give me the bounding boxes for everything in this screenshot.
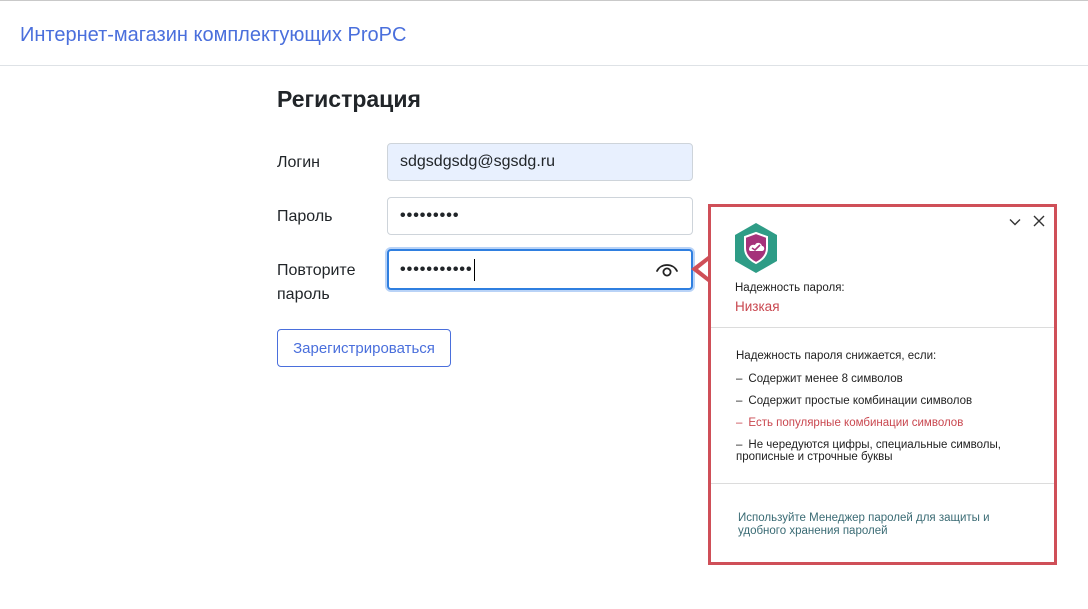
repeat-password-input[interactable]: ••••••••••• — [387, 249, 693, 290]
login-value: sdgsdgsdg@sgsdg.ru — [400, 153, 555, 170]
criteria-item: – Содержит менее 8 символов — [736, 373, 903, 385]
password-mask: ••••••••• — [400, 207, 460, 224]
text-cursor — [473, 258, 475, 281]
strength-criteria-list: – Содержит менее 8 символов – Содержит про… — [736, 373, 1036, 473]
chevron-down-icon[interactable] — [1008, 215, 1022, 229]
criteria-item: – Не чередуются цифры, специальные символ… — [736, 439, 1001, 463]
login-input[interactable]: sdgsdgsdg@sgsdg.ru — [387, 143, 693, 181]
login-label: Логин — [277, 154, 321, 171]
repeat-password-label: Повторите пароль — [277, 262, 356, 303]
close-icon[interactable] — [1032, 214, 1046, 228]
criteria-item: – Содержит простые комбинации символов — [736, 395, 973, 407]
strength-intro: Надежность пароля снижается, если: — [736, 350, 937, 362]
criteria-item-warning: – Есть популярные комбинации символов — [736, 417, 964, 429]
eye-icon[interactable] — [655, 260, 679, 280]
shield-icon — [735, 223, 777, 273]
navbar: Интернет-магазин комплектующих ProPC — [0, 4, 1088, 66]
repeat-password-mask: ••••••••••• — [400, 260, 473, 278]
password-input[interactable]: ••••••••• — [387, 197, 693, 235]
password-label: Пароль — [277, 208, 333, 225]
password-strength-popup: Надежность пароля: Низкая Надежность пар… — [708, 204, 1057, 565]
popup-divider — [711, 483, 1054, 484]
brand-link[interactable]: Интернет-магазин комплектующих ProPC — [20, 24, 406, 47]
password-manager-hint[interactable]: Используйте Менеджер паролей для защиты … — [738, 512, 1028, 538]
strength-value: Низкая — [735, 299, 780, 314]
page-title: Регистрация — [277, 86, 421, 112]
popup-pointer-fill — [698, 261, 708, 277]
strength-label: Надежность пароля: — [735, 282, 845, 294]
register-button[interactable]: Зарегистрироваться — [277, 329, 451, 367]
popup-divider — [711, 327, 1054, 328]
